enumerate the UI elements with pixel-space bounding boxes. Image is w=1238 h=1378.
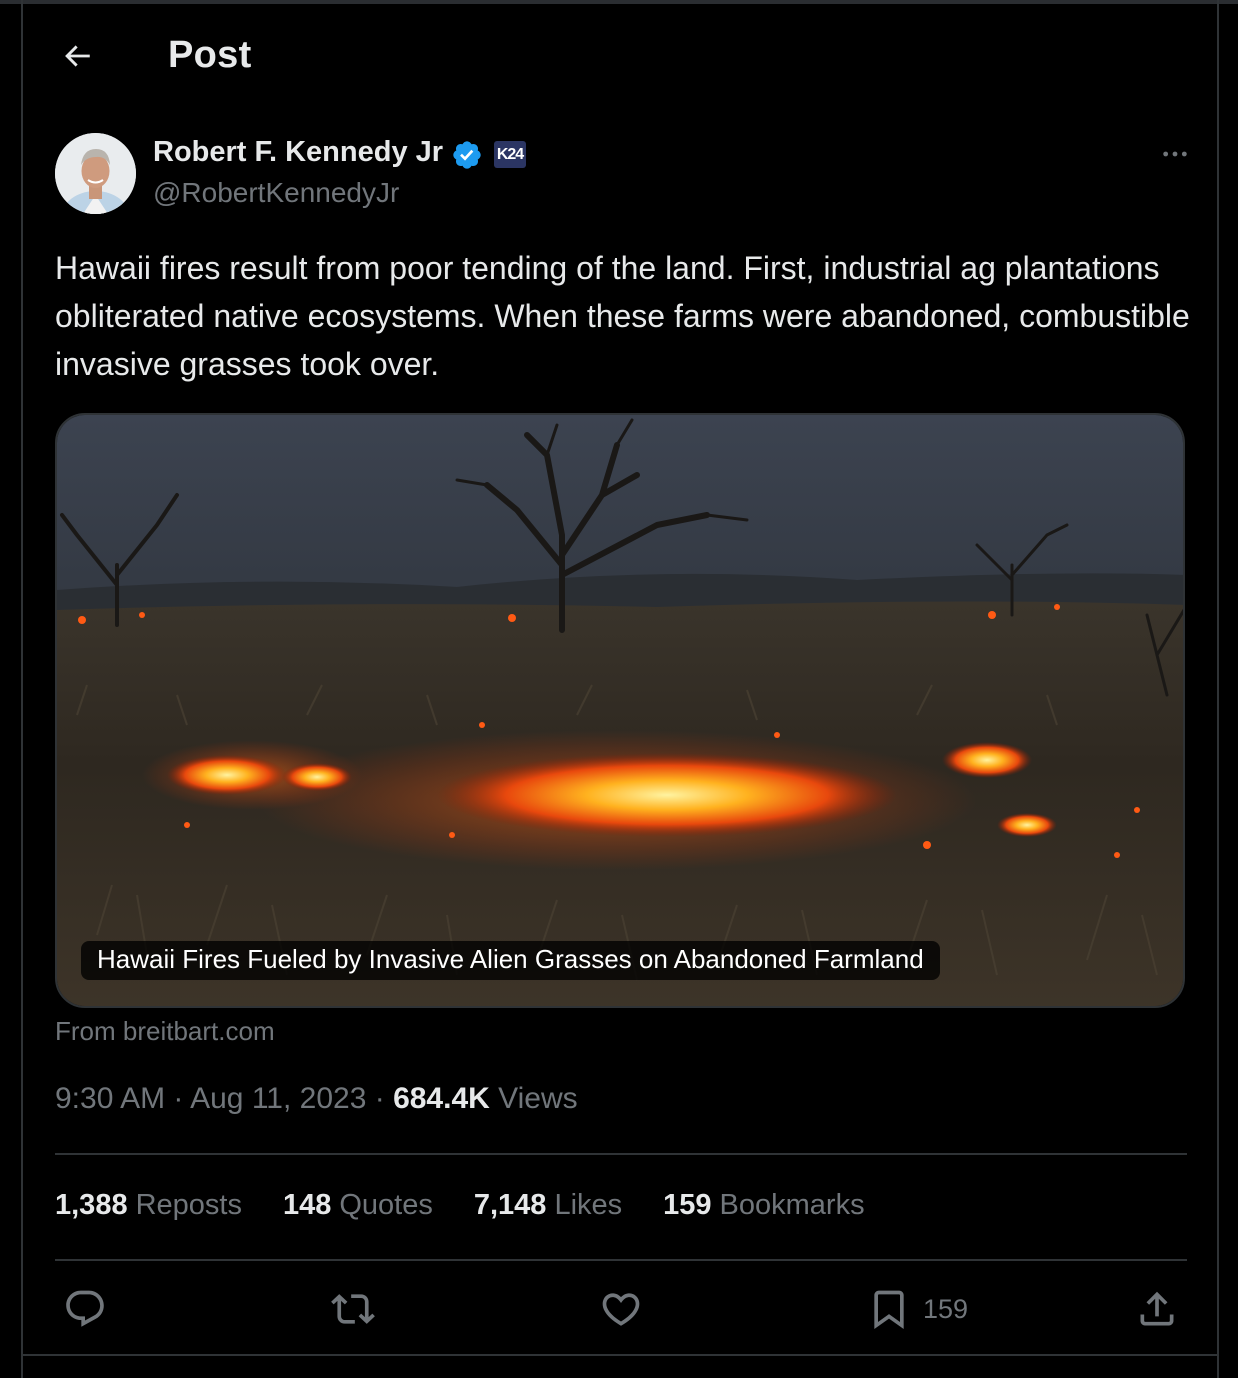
divider: [23, 1354, 1217, 1356]
divider: [55, 1153, 1187, 1155]
post-column: Post Robert F. Kennedy Jr K24 @RobertKen…: [21, 0, 1219, 1378]
post-text: Hawaii fires result from poor tending of…: [55, 250, 1190, 382]
repost-button[interactable]: [331, 1284, 375, 1334]
action-bar: 159: [23, 1280, 1221, 1340]
views-count: 684.4K: [393, 1082, 490, 1115]
bookmarks-label: Bookmarks: [719, 1189, 865, 1221]
meta-separator: ·: [374, 1082, 385, 1115]
fire-photo: [57, 415, 1183, 1006]
author-handle[interactable]: @RobertKennedyJr: [153, 177, 399, 209]
like-button[interactable]: [599, 1284, 643, 1334]
page-title: Post: [168, 34, 252, 76]
link-card-source[interactable]: From breitbart.com: [55, 1016, 275, 1047]
post-time[interactable]: 9:30 AM: [55, 1082, 165, 1115]
back-button[interactable]: [57, 36, 97, 76]
bookmarks-stat[interactable]: 159 Bookmarks: [663, 1189, 864, 1222]
avatar[interactable]: [55, 133, 136, 214]
affiliation-badge[interactable]: K24: [494, 141, 526, 168]
bookmark-icon: [874, 1290, 904, 1330]
likes-count: 7,148: [473, 1189, 547, 1221]
link-card-caption: Hawaii Fires Fueled by Invasive Alien Gr…: [81, 941, 940, 980]
share-button[interactable]: [1135, 1284, 1179, 1334]
reposts-label: Reposts: [135, 1189, 242, 1221]
affiliation-badge-label: K24: [496, 145, 524, 163]
bookmark-count: 159: [923, 1293, 969, 1324]
engagement-stats: 1,388 Reposts 148 Quotes 7,148 Likes 159 Boo…: [55, 1189, 865, 1222]
more-horizontal-icon: [1163, 151, 1187, 157]
quotes-count: 148: [282, 1189, 332, 1221]
author-display-name[interactable]: Robert F. Kennedy Jr: [153, 136, 443, 169]
views-label: Views: [498, 1082, 578, 1115]
divider: [55, 1259, 1187, 1261]
more-options-button[interactable]: [1155, 139, 1195, 169]
share-icon: [1140, 1291, 1174, 1326]
reply-icon: [66, 1290, 104, 1327]
post-meta: 9:30 AM · Aug 11, 2023 · 684.4K Views: [55, 1082, 578, 1116]
link-card[interactable]: Hawaii Fires Fueled by Invasive Alien Gr…: [55, 413, 1185, 1008]
quotes-stat[interactable]: 148 Quotes: [283, 1189, 433, 1222]
quotes-label: Quotes: [339, 1189, 433, 1221]
likes-stat[interactable]: 7,148 Likes: [474, 1189, 622, 1222]
reposts-stat[interactable]: 1,388 Reposts: [55, 1189, 242, 1222]
author-row: Robert F. Kennedy Jr K24 @RobertKennedyJ…: [55, 133, 1195, 215]
arrow-left-icon: [65, 45, 90, 67]
heart-icon: [602, 1293, 640, 1326]
post-date[interactable]: Aug 11, 2023: [190, 1082, 366, 1115]
reply-button[interactable]: [63, 1284, 107, 1334]
page-header: Post: [23, 20, 1221, 92]
bookmark-button[interactable]: 159: [867, 1284, 968, 1334]
repost-icon: [331, 1294, 375, 1324]
reposts-count: 1,388: [55, 1189, 128, 1221]
verified-badge-icon[interactable]: [451, 139, 483, 171]
likes-label: Likes: [554, 1189, 623, 1221]
bookmarks-count: 159: [663, 1189, 712, 1221]
meta-separator: ·: [173, 1082, 184, 1115]
